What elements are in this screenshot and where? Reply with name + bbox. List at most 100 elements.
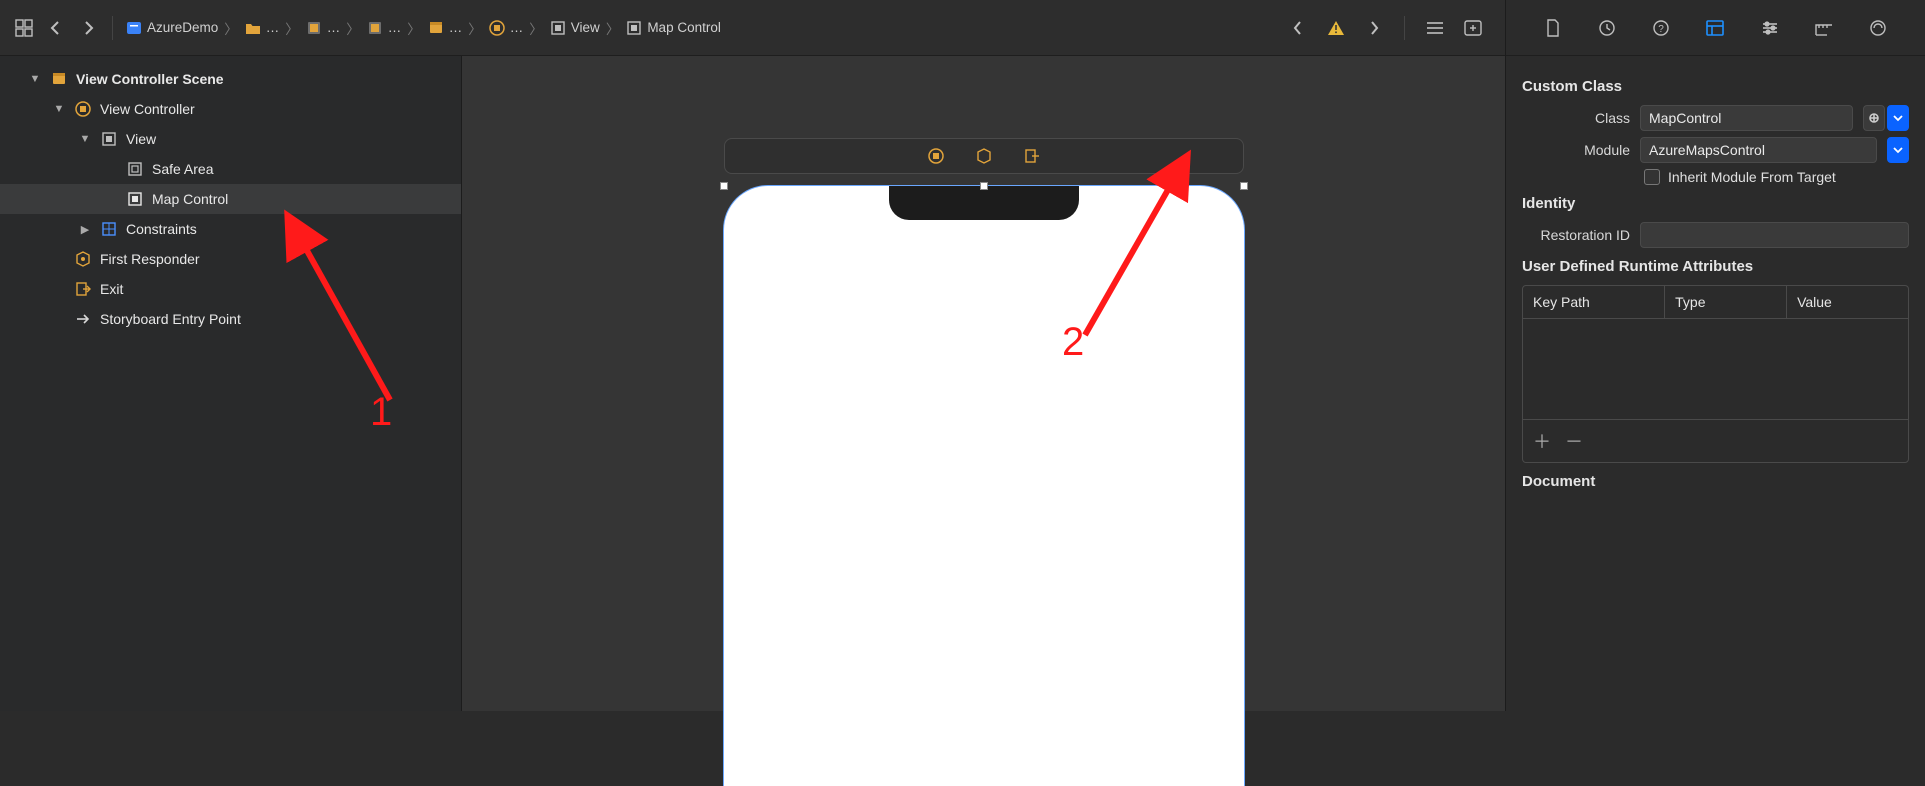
runtime-attrs-header: Key Path Type Value [1523,286,1908,319]
issue-nav-forward[interactable] [1360,14,1388,42]
canvas[interactable] [462,0,1505,711]
breadcrumb[interactable]: AzureDemo 〉 … 〉 … 〉 … 〉 … 〉 … 〉 View 〉 M… [121,18,725,38]
col-type[interactable]: Type [1665,286,1787,318]
scene-toolbar [724,138,1244,174]
connections-inspector-tab[interactable] [1864,14,1892,42]
breadcrumb-view: View [571,20,600,35]
remove-attr-button[interactable]: － [1565,428,1583,454]
nav-back-button[interactable] [42,14,70,42]
storyboard-icon [305,19,323,37]
col-value[interactable]: Value [1787,286,1908,318]
nav-forward-button[interactable] [74,14,102,42]
outline-view[interactable]: ▼ View [0,124,461,154]
chevron-right-icon: 〉 [466,18,484,38]
editor-toolbar: AzureDemo 〉 … 〉 … 〉 … 〉 … 〉 … 〉 View 〉 M… [0,0,1505,56]
outline-viewcontroller[interactable]: ▼ View Controller [0,94,461,124]
breadcrumb-folder: … [266,20,280,35]
class-label: Class [1522,110,1630,126]
help-inspector-tab[interactable]: ? [1647,14,1675,42]
storyboard-icon [366,19,384,37]
module-dropdown-button[interactable] [1887,137,1909,163]
identity-inspector-tab[interactable] [1701,14,1729,42]
separator [112,16,113,40]
class-field[interactable]: MapControl [1640,105,1853,131]
restoration-field[interactable] [1640,222,1909,248]
view-icon [100,130,118,148]
module-value: AzureMapsControl [1649,142,1765,158]
grid-icon[interactable] [10,14,38,42]
separator [1404,16,1405,40]
chevron-right-icon: 〉 [222,18,240,38]
outline-mapcontrol[interactable]: Map Control [0,184,461,214]
outline-vc-label: View Controller [100,101,195,117]
scene-icon [50,70,68,88]
outline-mapcontrol-label: Map Control [152,191,228,207]
outline-firstresponder-label: First Responder [100,251,200,267]
inherit-module-row[interactable]: Inherit Module From Target [1522,169,1909,185]
folder-icon [244,19,262,37]
chevron-right-icon: 〉 [527,18,545,38]
size-inspector-tab[interactable] [1810,14,1838,42]
warning-icon[interactable] [1322,14,1350,42]
section-identity: Identity [1522,195,1909,212]
constraints-icon [100,220,118,238]
scene-firstresponder-icon[interactable] [974,146,994,166]
file-inspector-tab[interactable] [1539,14,1567,42]
chevron-right-icon: 〉 [344,18,362,38]
outline-firstresponder[interactable]: First Responder [0,244,461,274]
attributes-inspector-tab[interactable] [1756,14,1784,42]
breadcrumb-vc: … [510,20,524,35]
firstresponder-icon [74,250,92,268]
add-pane-icon[interactable] [1459,14,1487,42]
disclosure-icon[interactable]: ▼ [52,103,66,115]
outline-exit[interactable]: Exit [0,274,461,304]
selection-handle[interactable] [720,182,728,190]
class-value: MapControl [1649,110,1721,126]
outline-scene[interactable]: ▼ View Controller Scene [0,64,461,94]
scene-exit-icon[interactable] [1022,146,1042,166]
runtime-attrs-footer: ＋ － [1523,419,1908,462]
col-keypath[interactable]: Key Path [1523,286,1665,318]
class-jump-button[interactable] [1863,105,1885,131]
scene-viewcontroller-icon[interactable] [926,146,946,166]
chevron-right-icon: 〉 [604,18,622,38]
outline-safearea-label: Safe Area [152,161,214,177]
issue-nav-back[interactable] [1284,14,1312,42]
view-icon [625,19,643,37]
inspector-tabs: ? [1506,0,1925,56]
outline-safearea[interactable]: Safe Area [0,154,461,184]
module-label: Module [1522,142,1630,158]
breadcrumb-storyboard: … [327,20,341,35]
class-dropdown-button[interactable] [1887,105,1909,131]
lines-icon[interactable] [1421,14,1449,42]
arrow-right-icon [74,310,92,328]
section-document: Document [1522,473,1909,490]
selection-handle[interactable] [1240,182,1248,190]
section-runtime-attrs: User Defined Runtime Attributes [1522,258,1909,275]
inherit-checkbox[interactable] [1644,169,1660,185]
selection-handle[interactable] [980,182,988,190]
outline-constraints-label: Constraints [126,221,197,237]
breadcrumb-mapcontrol: Map Control [647,20,721,35]
runtime-attrs-body[interactable] [1523,319,1908,419]
outline-constraints[interactable]: ▶ Constraints [0,214,461,244]
editor-toolbar-right [1282,14,1497,42]
outline-entry-label: Storyboard Entry Point [100,311,241,327]
outline-scene-label: View Controller Scene [76,71,224,87]
history-inspector-tab[interactable] [1593,14,1621,42]
svg-text:?: ? [1659,24,1665,35]
outline-entrypoint[interactable]: Storyboard Entry Point [0,304,461,334]
device-preview[interactable] [724,186,1244,786]
add-attr-button[interactable]: ＋ [1533,428,1551,454]
viewcontroller-icon [74,100,92,118]
disclosure-icon[interactable]: ▼ [78,133,92,145]
disclosure-icon[interactable]: ▶ [78,223,92,236]
module-field[interactable]: AzureMapsControl [1640,137,1877,163]
view-icon [126,190,144,208]
chevron-right-icon: 〉 [283,18,301,38]
breadcrumb-storyboard2: … [388,20,402,35]
disclosure-icon[interactable]: ▼ [28,73,42,85]
module-stepper [1887,137,1909,163]
inspector-panel: ? Custom Class Class MapControl Module A… [1505,0,1925,711]
outline-view-label: View [126,131,156,147]
